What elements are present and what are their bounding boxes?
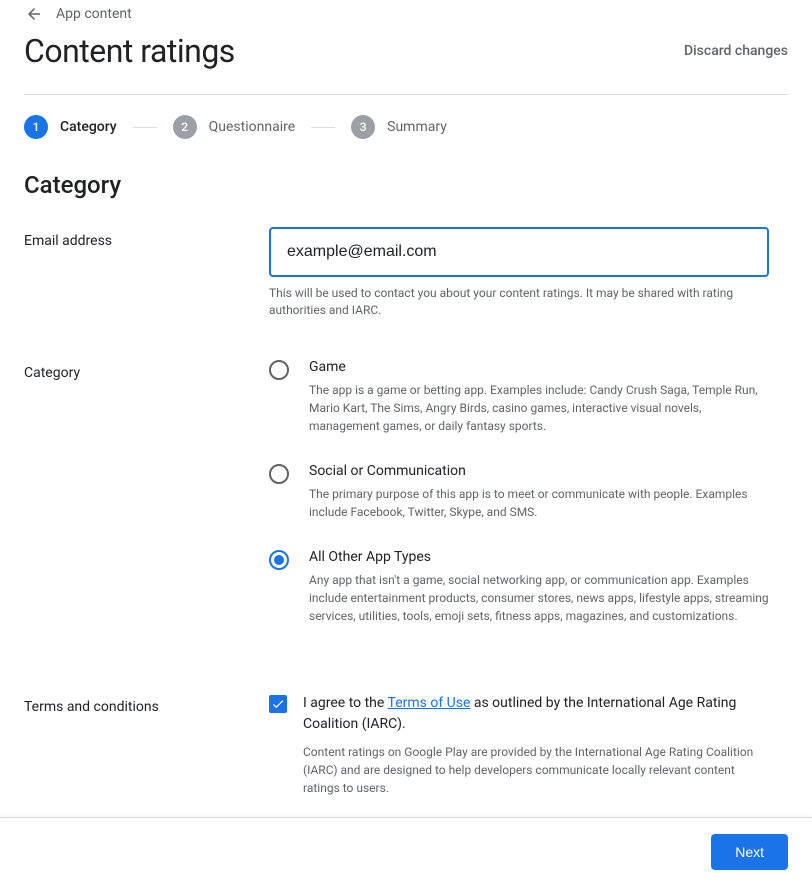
step-label: Questionnaire <box>209 119 296 135</box>
radio-option-game[interactable]: Game The app is a game or betting app. E… <box>269 359 769 435</box>
step-number: 3 <box>351 115 375 139</box>
page-title: Content ratings <box>24 32 235 70</box>
radio-desc: The app is a game or betting app. Exampl… <box>309 381 769 435</box>
step-category[interactable]: 1 Category <box>24 115 117 139</box>
step-questionnaire[interactable]: 2 Questionnaire <box>173 115 296 139</box>
step-label: Summary <box>387 119 447 135</box>
radio-title: Social or Communication <box>309 463 769 479</box>
step-label: Category <box>60 119 117 135</box>
category-label: Category <box>24 359 269 381</box>
email-help-text: This will be used to contact you about y… <box>269 285 769 319</box>
radio-desc: The primary purpose of this app is to me… <box>309 485 769 521</box>
back-arrow-icon[interactable] <box>24 4 44 24</box>
stepper: 1 Category 2 Questionnaire 3 Summary <box>24 95 788 163</box>
email-field[interactable] <box>269 227 769 277</box>
terms-label: Terms and conditions <box>24 693 269 715</box>
terms-checkbox[interactable] <box>269 695 287 713</box>
breadcrumb: App content <box>24 0 788 32</box>
terms-of-use-link[interactable]: Terms of Use <box>388 695 471 711</box>
step-separator <box>133 127 157 128</box>
breadcrumb-label[interactable]: App content <box>56 6 132 22</box>
terms-agreement-text: I agree to the Terms of Use as outlined … <box>303 693 769 735</box>
radio-icon[interactable] <box>269 550 289 570</box>
radio-option-social[interactable]: Social or Communication The primary purp… <box>269 463 769 521</box>
footer-bar: Next <box>0 817 812 886</box>
step-number: 1 <box>24 115 48 139</box>
email-label: Email address <box>24 227 269 249</box>
check-icon <box>271 697 285 711</box>
section-heading: Category <box>24 163 788 227</box>
radio-icon[interactable] <box>269 360 289 380</box>
step-separator <box>311 127 335 128</box>
terms-desc: Content ratings on Google Play are provi… <box>303 743 769 797</box>
radio-icon[interactable] <box>269 464 289 484</box>
radio-title: All Other App Types <box>309 549 769 565</box>
step-number: 2 <box>173 115 197 139</box>
next-button[interactable]: Next <box>711 834 788 870</box>
radio-title: Game <box>309 359 769 375</box>
step-summary[interactable]: 3 Summary <box>351 115 447 139</box>
radio-desc: Any app that isn't a game, social networ… <box>309 571 769 625</box>
radio-option-other[interactable]: All Other App Types Any app that isn't a… <box>269 549 769 625</box>
discard-changes-button[interactable]: Discard changes <box>684 43 788 59</box>
